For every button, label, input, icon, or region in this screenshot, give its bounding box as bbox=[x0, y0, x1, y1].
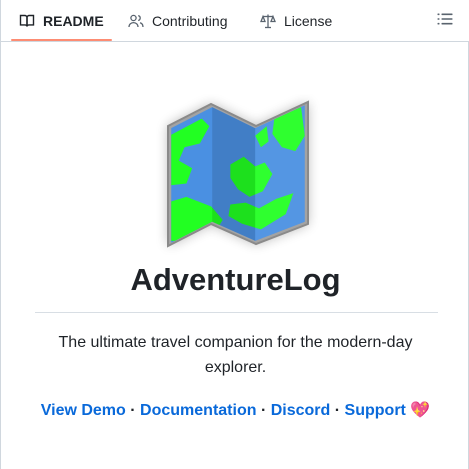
book-icon bbox=[19, 13, 35, 29]
readme-tagline: The ultimate travel companion for the mo… bbox=[58, 334, 413, 376]
tab-contributing[interactable]: Contributing bbox=[128, 0, 228, 42]
readme-title: AdventureLog bbox=[130, 262, 341, 297]
list-unordered-icon bbox=[437, 11, 453, 32]
tab-license-label: License bbox=[284, 13, 333, 29]
link-separator: · bbox=[130, 402, 136, 419]
view-demo-link[interactable]: View Demo bbox=[41, 402, 126, 419]
sparkling-heart-icon: 💖 bbox=[410, 402, 431, 419]
readme-panel: README Contributing License AdventureLog… bbox=[0, 0, 469, 469]
tab-readme[interactable]: README bbox=[19, 0, 104, 42]
law-icon bbox=[260, 13, 276, 29]
tab-bar: README Contributing License bbox=[1, 0, 469, 42]
tab-contributing-label: Contributing bbox=[152, 13, 228, 29]
tab-license[interactable]: License bbox=[260, 0, 332, 42]
map-icon bbox=[138, 94, 338, 284]
tab-readme-label: README bbox=[43, 13, 104, 29]
support-link[interactable]: Support 💖 bbox=[345, 402, 431, 419]
readme-links: View Demo · Documentation · Discord · Su… bbox=[1, 400, 469, 420]
link-separator: · bbox=[260, 402, 267, 419]
documentation-link[interactable]: Documentation bbox=[140, 402, 256, 419]
discord-link[interactable]: Discord bbox=[271, 402, 331, 419]
link-separator: · bbox=[334, 402, 341, 419]
active-tab-indicator bbox=[11, 39, 112, 41]
title-divider bbox=[35, 312, 438, 313]
support-link-label: Support bbox=[344, 402, 406, 419]
people-icon bbox=[128, 13, 144, 29]
outline-toggle-button[interactable] bbox=[433, 9, 457, 33]
